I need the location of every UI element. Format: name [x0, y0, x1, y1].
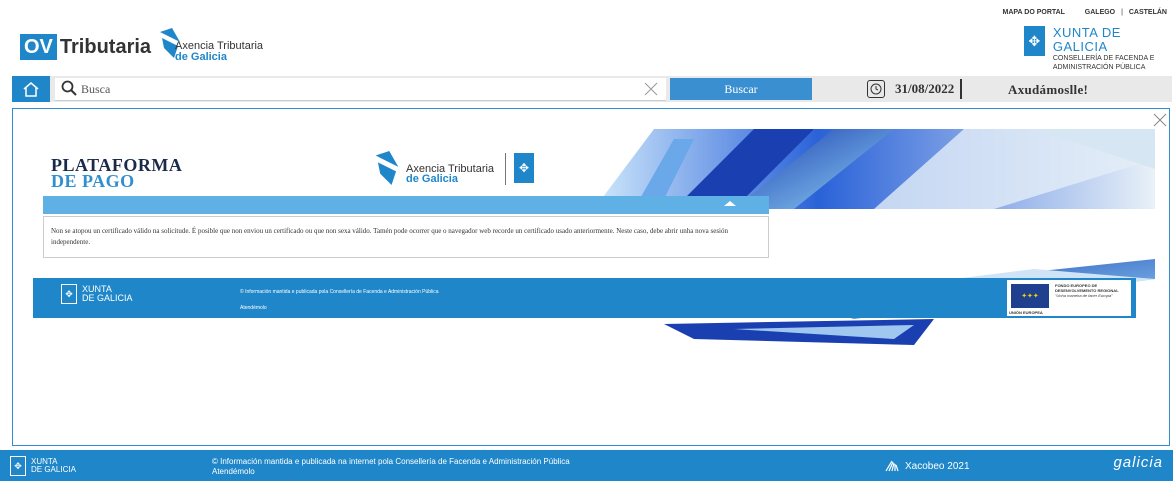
home-button[interactable] [12, 76, 50, 102]
footer-link[interactable]: Atendémolo [212, 467, 570, 477]
banner-agency-name: Axencia Tributaria de Galicia [406, 164, 494, 185]
xunta-shield-icon: ✥ [10, 456, 26, 476]
eu-motto: "Unha maneira de facer Europa" [1055, 293, 1113, 298]
date-divider [960, 79, 963, 99]
message-bar [43, 196, 769, 214]
xunta-shield-icon: ✥ [1024, 26, 1045, 56]
footer-xunta-line2: DE GALICIA [31, 465, 76, 474]
logo-tributaria: Tributaria [59, 35, 152, 58]
eu-flag-icon: ✦✦✦ [1011, 284, 1049, 308]
home-icon [23, 82, 39, 97]
page-footer: ✥ XUNTA DE GALICIA © Información mantida… [0, 450, 1173, 481]
footer-xunta-logo[interactable]: ✥ XUNTA DE GALICIA [10, 456, 76, 476]
bfooter-link[interactable]: Atendémolo [240, 300, 439, 316]
payment-frame: PLATAFORMA DE PAGO Axencia Tributaria de… [12, 108, 1170, 446]
search-button[interactable]: Buscar [670, 78, 812, 100]
banner-footer: ✥ XUNTA DE GALICIA © Información mantida… [33, 278, 1136, 318]
top-link-castelan[interactable]: CASTELÁN [1129, 9, 1167, 16]
search-bar: Busca Buscar 31/08/2022 Axudámoslle! [12, 76, 1172, 102]
agency-line2: de Galicia [175, 51, 227, 63]
top-link-map[interactable]: MAPA DO PORTAL [1002, 9, 1064, 16]
xunta-logo[interactable]: ✥ XUNTA DE GALICIA CONSELLERÍA DE FACEND… [1024, 26, 1173, 72]
xunta-title: XUNTA DE GALICIA [1052, 25, 1121, 54]
top-link-galego[interactable]: GALEGO [1085, 9, 1115, 16]
title-line2: DE PAGO [51, 171, 135, 191]
footer-info: © Información mantida e publicada na int… [212, 457, 570, 477]
search-icon [61, 80, 77, 96]
eu-label: UNIÓN EUROPEA [1009, 310, 1043, 315]
clear-icon[interactable] [644, 82, 658, 96]
eu-fund-text: FONDO EUROPEO DE DESENVOLVEMENTO REGIONA… [1055, 283, 1119, 293]
top-link-separator: | [1121, 9, 1123, 16]
banner-footer-xunta-logo: ✥ XUNTA DE GALICIA [61, 284, 133, 304]
banner-footer-info: © Información mantida e publicada pola C… [240, 284, 439, 316]
date-display: 31/08/2022 [867, 76, 963, 102]
payment-platform-title: PLATAFORMA DE PAGO [51, 156, 182, 191]
search-placeholder: Busca [81, 82, 111, 96]
galicia-logo[interactable]: galicia [1113, 454, 1163, 471]
agency-name[interactable]: Axencia Tributaria de Galicia [175, 41, 263, 63]
xacobeo-logo[interactable]: Xacobeo 2021 [884, 460, 970, 472]
top-links: MAPA DO PORTAL GALEGO | CASTELÁN [984, 9, 1167, 16]
banner-xunta-shield: ✥ [505, 153, 538, 185]
error-message: Non se atopou un certificado válido na s… [51, 227, 728, 246]
help-link[interactable]: Axudámoslle! [1008, 82, 1088, 98]
page-header: OV Tributaria Axencia Tributaria de Gali… [0, 0, 1173, 76]
xunta-shield-icon: ✥ [61, 284, 77, 304]
clock-icon [867, 80, 885, 98]
close-icon[interactable] [1153, 113, 1167, 127]
footer-info-text: © Información mantida e publicada na int… [212, 457, 570, 466]
search-input[interactable]: Busca [55, 78, 666, 101]
banner-agency-line2: de Galicia [406, 173, 458, 185]
ov-tributaria-logo[interactable]: OV Tributaria [20, 34, 151, 60]
xacobeo-shell-icon [885, 460, 899, 472]
xunta-sub1: CONSELLERÍA DE FACENDA E [1052, 55, 1155, 62]
bfooter-xunta-line2: DE GALICIA [82, 293, 133, 303]
xunta-shield-icon: ✥ [514, 153, 534, 183]
logo-ov: OV [20, 34, 57, 60]
caret-up-icon [724, 201, 736, 206]
banner-agency-logo-icon [375, 151, 399, 185]
xunta-sub2: ADMINISTRACIÓN PÚBLICA [1052, 64, 1146, 71]
error-message-box: Non se atopou un certificado válido na s… [43, 216, 769, 258]
eu-funding-logo: ✦✦✦ FONDO EUROPEO DE DESENVOLVEMENTO REG… [1007, 280, 1131, 316]
bfooter-info-text: © Información mantida e publicada pola C… [240, 289, 439, 295]
xacobeo-label: Xacobeo 2021 [905, 460, 970, 472]
current-date: 31/08/2022 [895, 81, 955, 96]
